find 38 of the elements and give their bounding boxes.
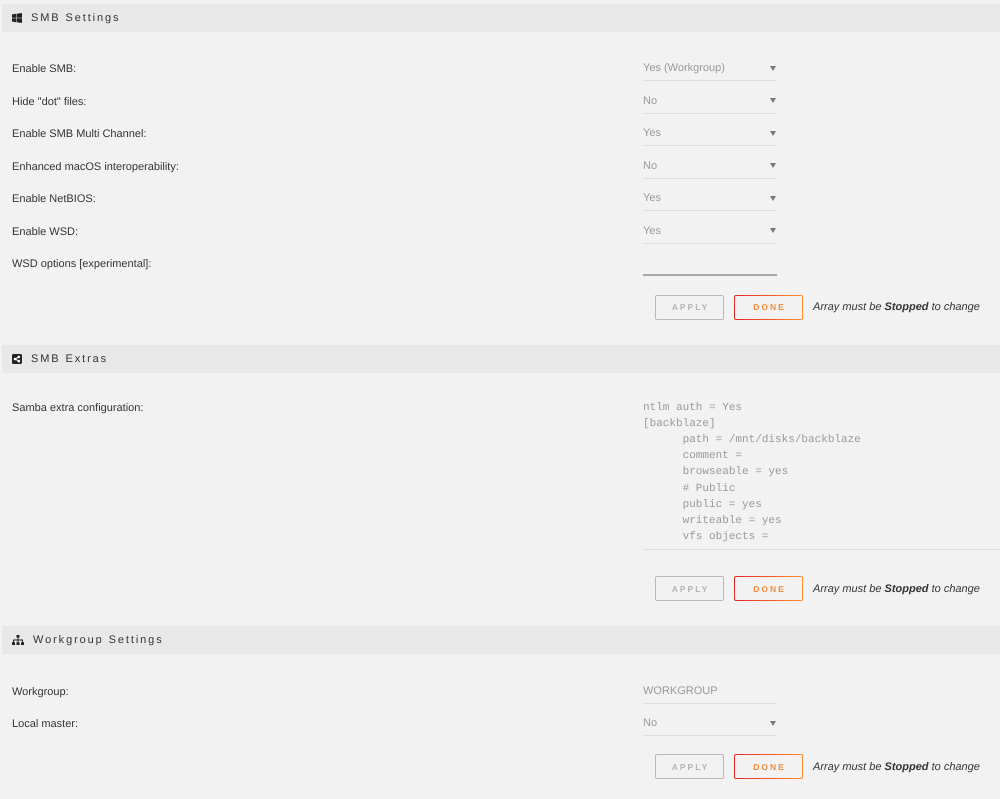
field-label: Enable NetBIOS: [11,193,97,206]
caret-icon [770,228,776,234]
caret-icon [770,163,776,168]
section-title: Workgroup Settings [33,634,164,646]
caret-icon [770,66,776,71]
sitemap-icon [12,635,24,646]
done-button[interactable]: DONE [734,576,803,602]
text-input-field[interactable]: WORKGROUP [643,680,777,704]
field-label: Enable SMB: [11,63,78,76]
caret-icon [770,196,776,201]
config-textarea[interactable]: ntlm auth = Yes [backblaze] path = /mnt/disks/backblaze comment = browseable = yes # Public public = yes writeable = yes vfs objects = [643,394,1000,550]
field-label: Hide "dot" files: [11,96,88,108]
dropdown-field[interactable]: No [643,154,777,179]
dropdown-field[interactable]: Yes [643,122,777,146]
field-label: Workgroup: [11,686,70,698]
dropdown-field[interactable]: Yes (Workgroup) [643,57,777,82]
windows-logo-icon [12,13,22,23]
field-label: Local master: [11,718,80,730]
dropdown-field[interactable]: Yes [643,220,777,244]
caret-icon [770,130,776,136]
done-button[interactable]: DONE [734,294,803,320]
caret-icon [770,98,776,104]
caret-icon [770,720,776,726]
field-label: WSD options [experimental]: [11,258,152,270]
section-title: SMB Extras [31,352,108,364]
done-button[interactable]: DONE [734,754,803,780]
section-title: SMB Settings [31,12,120,24]
dropdown-field[interactable]: No [643,90,777,114]
dropdown-field[interactable]: No [643,712,777,736]
status-note: Array must be Stopped to change [813,582,980,595]
status-note: Array must be Stopped to change [813,301,980,313]
dropdown-field[interactable]: Yes [643,187,777,212]
share-icon [12,354,22,364]
field-label: Enable SMB Multi Channel: [11,128,148,140]
field-label: Enable WSD: [11,226,80,238]
field-label: Enhanced macOS interoperability: [11,160,180,173]
field-label: Samba extra configuration: [11,400,144,416]
status-note: Array must be Stopped to change [813,760,980,773]
